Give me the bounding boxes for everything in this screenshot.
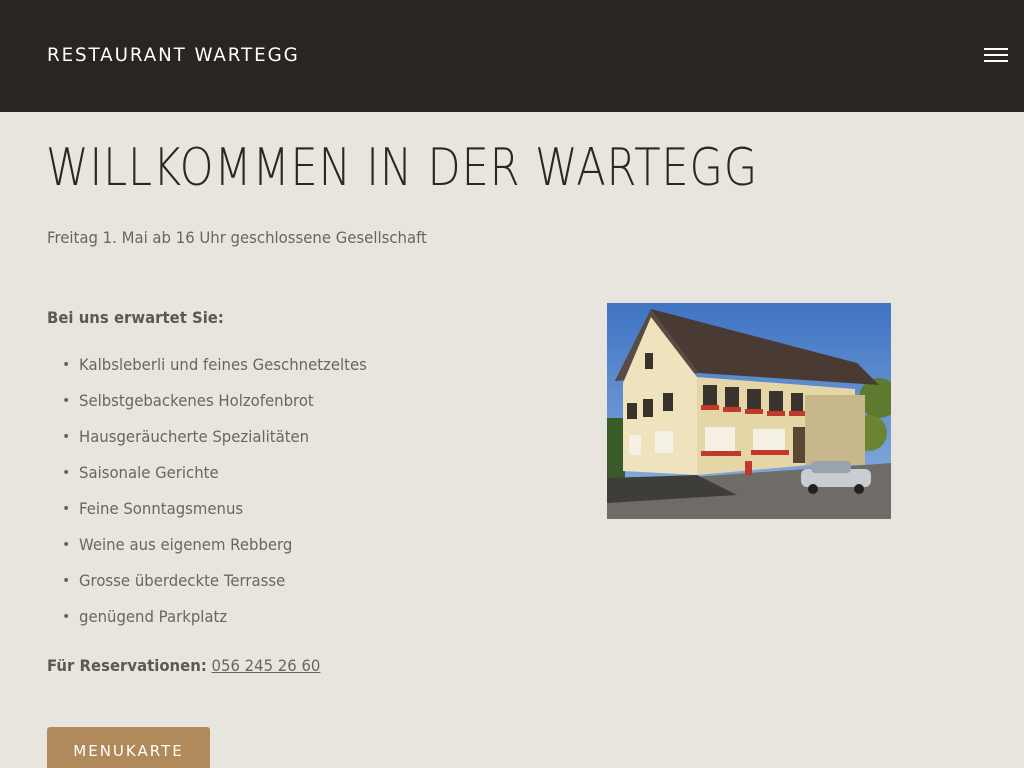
page-title: WILLKOMMEN IN DER WARTEGG — [46, 138, 759, 198]
bullet-icon: • — [62, 609, 71, 625]
list-item: • Grosse überdeckte Terrasse — [62, 571, 286, 590]
features-list: • Kalbsleberli und feines Geschnetzeltes … — [47, 354, 389, 642]
bullet-icon: • — [62, 393, 71, 409]
menukarte-button[interactable]: MENUKARTE — [47, 727, 210, 768]
site-brand[interactable]: RESTAURANT WARTEGG — [47, 44, 300, 66]
bullet-icon: • — [62, 573, 71, 589]
menu-line — [984, 48, 1008, 50]
list-item: • Feine Sonntagsmenus — [62, 499, 244, 518]
menu-line — [984, 60, 1008, 62]
bullet-icon: • — [62, 429, 71, 445]
bullet-icon: • — [62, 501, 71, 517]
list-item: • Weine aus eigenem Rebberg — [62, 535, 293, 554]
bullet-icon: • — [62, 537, 71, 553]
reservation-label: Für Reservationen: — [47, 656, 207, 675]
list-item: • Hausgeräucherte Spezialitäten — [62, 427, 310, 446]
list-item: • genügend Parkplatz — [62, 607, 228, 626]
reservation-phone-link[interactable]: 056 245 26 60 — [212, 656, 321, 675]
list-item: • Saisonale Gerichte — [62, 463, 219, 482]
hamburger-menu-icon[interactable] — [984, 47, 1008, 65]
features-heading: Bei uns erwartet Sie: — [47, 308, 224, 327]
menu-line — [984, 54, 1008, 56]
closure-notice: Freitag 1. Mai ab 16 Uhr geschlossene Ge… — [47, 228, 427, 247]
site-header: RESTAURANT WARTEGG — [0, 0, 1024, 112]
bullet-icon: • — [62, 465, 71, 481]
list-item: • Selbstgebackenes Holzofenbrot — [62, 391, 314, 410]
bullet-icon: • — [62, 357, 71, 373]
reservation-line: Für Reservationen: 056 245 26 60 — [47, 656, 320, 675]
restaurant-photo — [607, 303, 891, 519]
list-item: • Kalbsleberli und feines Geschnetzeltes — [62, 355, 367, 374]
